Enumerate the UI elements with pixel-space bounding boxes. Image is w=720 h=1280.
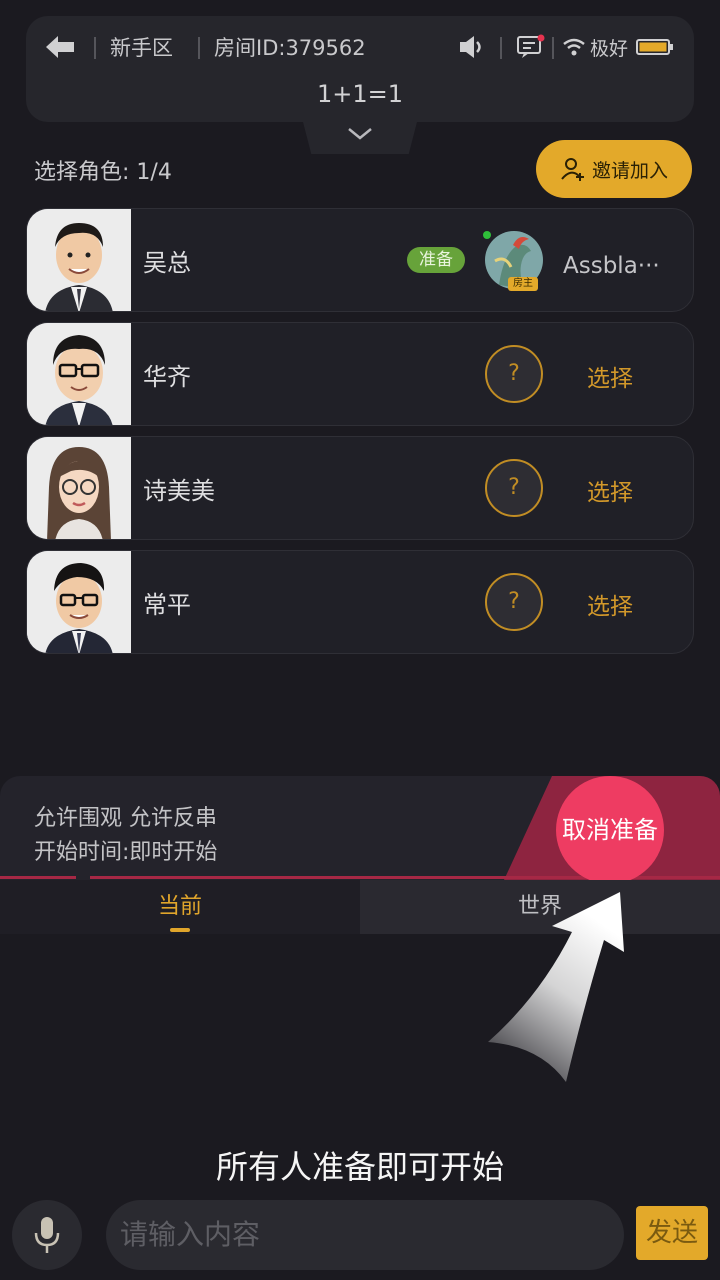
- host-badge: 房主: [508, 277, 538, 291]
- role-avatar: [27, 551, 131, 653]
- room-id: 房间ID:379562: [214, 36, 366, 60]
- invite-label: 邀请加入: [591, 159, 668, 182]
- divider: [500, 37, 502, 59]
- network-status: 极好: [562, 32, 628, 62]
- man-glasses-portrait-icon: [27, 323, 131, 425]
- player-name: Assbla···: [563, 253, 660, 279]
- divider: [94, 37, 96, 59]
- speaker-icon: [460, 36, 481, 58]
- back-button[interactable]: [44, 32, 76, 62]
- woman-portrait-icon: [27, 437, 131, 539]
- divider: [552, 37, 554, 59]
- guide-arrow-icon: [488, 892, 624, 1082]
- empty-player-slot[interactable]: ?: [485, 573, 543, 631]
- start-time: 开始时间:即时开始: [34, 840, 218, 865]
- role-name: 常平: [143, 591, 191, 619]
- room-header: 新手区 房间ID:379562 极好 1+1=1: [26, 16, 694, 122]
- message-icon: [517, 34, 545, 58]
- invite-button[interactable]: 邀请加入: [536, 140, 692, 198]
- role-select-label: 选择角色: 1/4: [34, 160, 172, 185]
- room-name: 1+1=1: [316, 80, 404, 108]
- man-portrait-icon: [27, 209, 131, 311]
- role-card[interactable]: 吴总 准备 房主 Assbla···: [26, 208, 694, 312]
- network-label: 极好: [590, 37, 629, 60]
- divider: [198, 37, 200, 59]
- tab-current[interactable]: 当前: [0, 880, 360, 934]
- tab-indicator: [170, 928, 190, 932]
- send-button[interactable]: 发送: [636, 1206, 708, 1260]
- role-name: 诗美美: [143, 477, 215, 505]
- role-avatar: [27, 437, 131, 539]
- sound-button[interactable]: [458, 32, 486, 62]
- choose-role-button[interactable]: 选择: [587, 359, 633, 393]
- message-button[interactable]: [516, 32, 546, 62]
- wifi-icon: [563, 38, 585, 56]
- ready-badge: 准备: [407, 247, 465, 273]
- zone-label: 新手区: [110, 36, 173, 60]
- role-card[interactable]: 诗美美 ? 选择: [26, 436, 694, 540]
- battery-icon: [636, 39, 673, 55]
- online-status-dot: [483, 231, 491, 239]
- back-arrow-icon: [46, 36, 74, 58]
- man-suit-portrait-icon: [27, 551, 131, 653]
- battery-indicator: [636, 32, 674, 62]
- choose-role-button[interactable]: 选择: [587, 473, 633, 507]
- voice-button[interactable]: [12, 1200, 82, 1270]
- cancel-ready-button[interactable]: 取消准备: [556, 776, 664, 884]
- add-user-icon: [561, 158, 584, 181]
- choose-role-button[interactable]: 选择: [587, 587, 633, 621]
- role-name: 吴总: [143, 249, 191, 277]
- microphone-icon: [34, 1217, 60, 1253]
- empty-player-slot[interactable]: ?: [485, 345, 543, 403]
- room-rules: 允许围观 允许反串: [34, 806, 217, 831]
- chevron-down-icon: [348, 128, 372, 140]
- empty-player-slot[interactable]: ?: [485, 459, 543, 517]
- chat-input[interactable]: 请输入内容: [106, 1200, 624, 1270]
- role-card[interactable]: 常平 ? 选择: [26, 550, 694, 654]
- role-card[interactable]: 华齐 ? 选择: [26, 322, 694, 426]
- role-name: 华齐: [143, 363, 191, 391]
- collapse-toggle[interactable]: [302, 118, 418, 154]
- role-avatar: [27, 209, 131, 311]
- role-avatar: [27, 323, 131, 425]
- start-hint: 所有人准备即可开始: [215, 1148, 504, 1186]
